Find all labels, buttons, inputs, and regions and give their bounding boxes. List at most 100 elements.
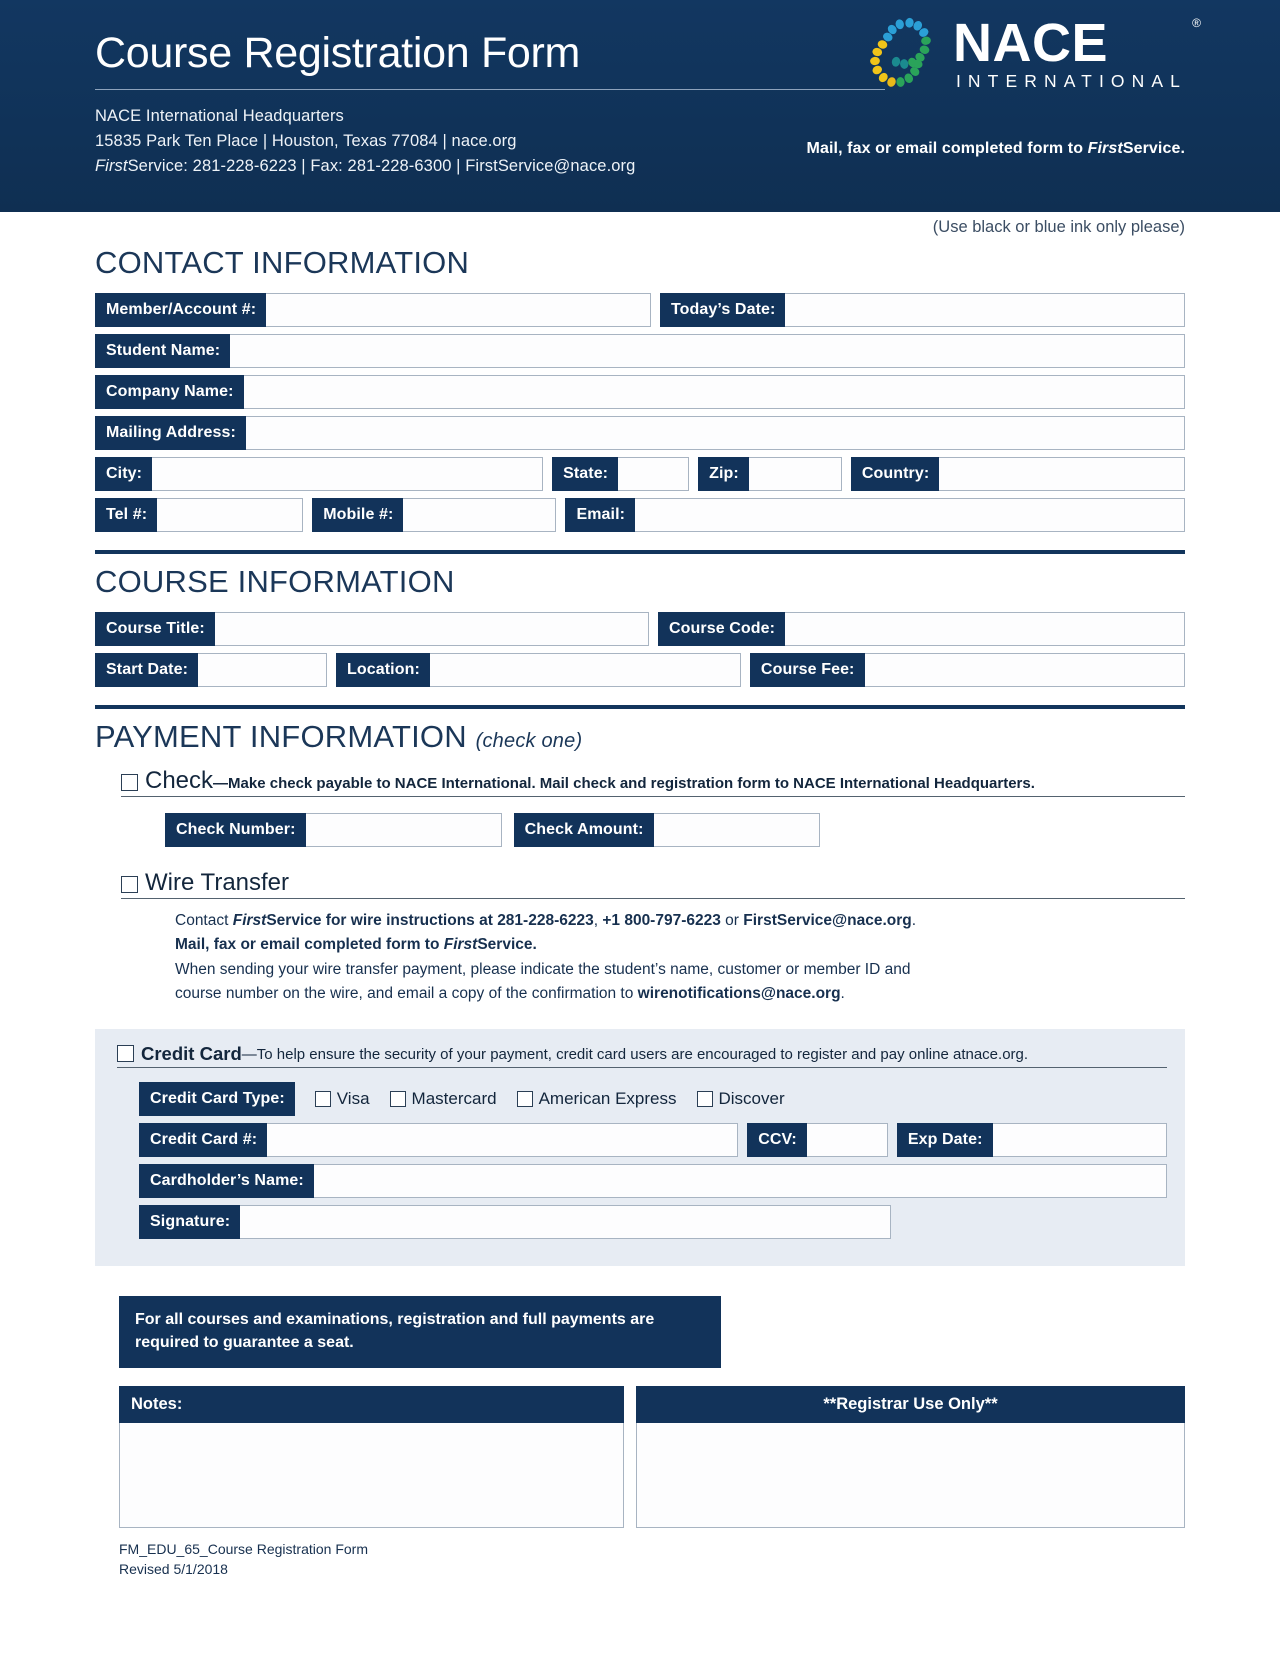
- cardholder-row: Cardholder’s Name:: [139, 1163, 1167, 1198]
- field-start-date[interactable]: Start Date:: [95, 653, 328, 687]
- checkbox-wire-transfer[interactable]: [121, 876, 138, 893]
- input-state[interactable]: [618, 457, 690, 491]
- credit-card-option-label: Credit Card: [141, 1043, 242, 1065]
- org-contact-text: Service: 281-228-6223 | Fax: 281-228-630…: [127, 157, 636, 176]
- credit-card-type-mastercard[interactable]: Mastercard: [389, 1082, 497, 1116]
- wire-line1-a: Contact: [175, 912, 233, 929]
- input-tel[interactable]: [157, 498, 304, 532]
- payment-option-wire: Wire Transfer Contact FirstService for w…: [95, 871, 1185, 1007]
- payment-option-credit-card: Credit Card — To help ensure the securit…: [95, 1028, 1185, 1266]
- field-credit-card-number[interactable]: Credit Card #:: [139, 1122, 739, 1157]
- credit-card-fields: Credit Card Type: Visa Mastercard Americ…: [139, 1081, 1167, 1239]
- field-course-code[interactable]: Course Code:: [658, 612, 1185, 646]
- input-mobile[interactable]: [403, 498, 557, 532]
- input-company-name[interactable]: [243, 375, 1185, 409]
- input-member-account[interactable]: [266, 293, 651, 327]
- input-check-amount[interactable]: [653, 813, 820, 847]
- field-check-amount[interactable]: Check Amount:: [513, 813, 820, 847]
- input-todays-date[interactable]: [785, 293, 1185, 327]
- wire-line-3: When sending your wire transfer payment,…: [175, 960, 911, 978]
- field-ccv[interactable]: CCV:: [747, 1122, 888, 1157]
- input-city[interactable]: [152, 457, 544, 491]
- field-cardholder-name[interactable]: Cardholder’s Name:: [139, 1163, 1167, 1198]
- checkbox-american-express[interactable]: [516, 1090, 533, 1107]
- field-member-account[interactable]: Member/Account #:: [95, 293, 651, 327]
- field-course-fee[interactable]: Course Fee:: [749, 653, 1185, 687]
- label-credit-card-number: Credit Card #:: [139, 1122, 268, 1157]
- input-email[interactable]: [635, 498, 1185, 532]
- field-tel[interactable]: Tel #:: [95, 498, 304, 532]
- wire-option-label: Wire Transfer: [145, 869, 290, 896]
- input-course-fee[interactable]: [864, 653, 1185, 687]
- field-state[interactable]: State:: [552, 457, 690, 491]
- wire-line-2: Mail, fax or email completed form to Fir…: [175, 933, 1185, 957]
- field-city[interactable]: City:: [95, 457, 544, 491]
- footer-revised: Revised 5/1/2018: [119, 1561, 228, 1578]
- input-course-code[interactable]: [785, 612, 1185, 646]
- input-location[interactable]: [429, 653, 741, 687]
- field-student-name[interactable]: Student Name:: [95, 334, 1185, 368]
- label-tel: Tel #:: [95, 498, 158, 532]
- input-signature[interactable]: [240, 1204, 892, 1239]
- field-email[interactable]: Email:: [565, 498, 1185, 532]
- input-credit-card-number[interactable]: [267, 1122, 739, 1157]
- field-location[interactable]: Location:: [336, 653, 741, 687]
- input-exp-date[interactable]: [992, 1122, 1167, 1157]
- label-check-amount: Check Amount:: [513, 813, 654, 847]
- course-row-title: Course Title: Course Code:: [95, 612, 1185, 646]
- credit-card-type-visa[interactable]: Visa: [314, 1082, 370, 1116]
- field-mailing-address[interactable]: Mailing Address:: [95, 416, 1185, 450]
- field-course-title[interactable]: Course Title:: [95, 612, 649, 646]
- label-course-fee: Course Fee:: [749, 653, 865, 687]
- check-fields-row: Check Number: Check Amount:: [165, 813, 1185, 847]
- checkbox-visa[interactable]: [314, 1090, 331, 1107]
- credit-card-type-amex[interactable]: American Express: [516, 1082, 677, 1116]
- field-zip[interactable]: Zip:: [698, 457, 842, 491]
- label-discover: Discover: [718, 1088, 785, 1108]
- checkbox-mastercard[interactable]: [389, 1090, 406, 1107]
- input-check-number[interactable]: [305, 813, 502, 847]
- input-course-title[interactable]: [214, 612, 649, 646]
- input-cardholder-name[interactable]: [313, 1163, 1167, 1198]
- checkbox-check-payment[interactable]: [121, 774, 138, 791]
- label-mobile: Mobile #:: [312, 498, 404, 532]
- wire-phone-1: 281-228-6223: [497, 912, 594, 929]
- mail-instruction-post: Service.: [1122, 140, 1185, 157]
- notes-textarea[interactable]: [119, 1423, 624, 1529]
- payment-option-check: Check — Make check payable to NACE Inter…: [95, 769, 1185, 847]
- field-signature[interactable]: Signature:: [139, 1204, 892, 1239]
- registrar-textarea[interactable]: [636, 1423, 1185, 1529]
- input-student-name[interactable]: [230, 334, 1185, 368]
- input-mailing-address[interactable]: [245, 416, 1185, 450]
- input-start-date[interactable]: [198, 653, 328, 687]
- check-option-label: Check: [145, 767, 214, 794]
- field-company-name[interactable]: Company Name:: [95, 375, 1185, 409]
- wire-line4-a: course number on the wire, and email a c…: [175, 985, 638, 1003]
- nace-logo-mark-icon: [870, 17, 931, 87]
- label-signature: Signature:: [139, 1204, 241, 1239]
- credit-card-number-row: Credit Card #: CCV: Exp Date:: [139, 1122, 1167, 1157]
- notes-column: Notes:: [119, 1386, 624, 1529]
- registrar-column: **Registrar Use Only**: [636, 1386, 1185, 1529]
- field-todays-date[interactable]: Today’s Date:: [660, 293, 1185, 327]
- field-check-number[interactable]: Check Number:: [165, 813, 502, 847]
- label-credit-card-type: Credit Card Type:: [139, 1081, 295, 1116]
- checkbox-discover[interactable]: [696, 1090, 713, 1107]
- credit-card-type-discover[interactable]: Discover: [696, 1082, 785, 1116]
- wire-instructions: Contact FirstService for wire instructio…: [175, 909, 1185, 1007]
- checkbox-credit-card[interactable]: [117, 1044, 134, 1062]
- input-ccv[interactable]: [806, 1122, 888, 1157]
- wire-line2-b: Service.: [477, 936, 537, 954]
- wire-line2-italic: First: [443, 936, 478, 954]
- check-option-line: Check — Make check payable to NACE Inter…: [121, 769, 1185, 797]
- field-exp-date[interactable]: Exp Date:: [896, 1122, 1167, 1157]
- field-country[interactable]: Country:: [850, 457, 1185, 491]
- payment-heading-sub: (check one): [475, 730, 583, 752]
- field-mobile[interactable]: Mobile #:: [312, 498, 557, 532]
- input-zip[interactable]: [748, 457, 842, 491]
- nace-logo: NACE ® INTERNATIONAL: [867, 16, 1201, 94]
- label-mailing-address: Mailing Address:: [95, 416, 246, 450]
- registrar-heading: **Registrar Use Only**: [636, 1386, 1185, 1424]
- credit-card-type-row: Credit Card Type: Visa Mastercard Americ…: [139, 1081, 1167, 1116]
- input-country[interactable]: [939, 457, 1185, 491]
